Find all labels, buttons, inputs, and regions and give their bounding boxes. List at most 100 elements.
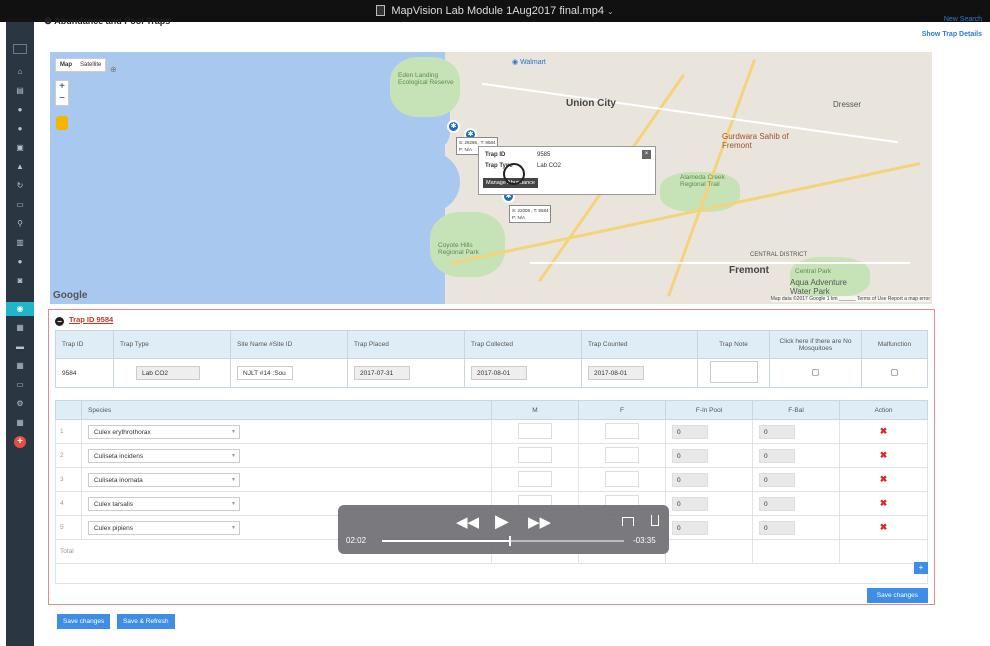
calendar-icon[interactable]: ▣: [6, 141, 34, 155]
delete-icon[interactable]: ✖: [880, 426, 888, 436]
bus-icon[interactable]: ▬: [6, 340, 34, 354]
no-mosquitoes-checkbox[interactable]: [812, 368, 819, 376]
flask-icon[interactable]: ▲: [6, 160, 34, 174]
col-f-bal: F-Bal: [752, 400, 840, 420]
species-select[interactable]: Culex pipiens: [88, 520, 240, 535]
chevron-down-icon[interactable]: ⌄: [607, 7, 614, 16]
cell-trap-id: 9584: [55, 358, 114, 388]
pegman-icon[interactable]: [56, 116, 68, 130]
trap-marker[interactable]: ✱: [447, 120, 460, 133]
video-player-controls: ◀◀ ▶ ▶▶ 02:02 -03:35: [338, 505, 669, 554]
map-type-satellite[interactable]: Satellite: [76, 59, 105, 71]
popup-trap-id-label: Trap ID: [485, 152, 506, 158]
trap-counted-field[interactable]: 2017-08-01: [588, 366, 644, 380]
page-title: ❶ Abundance and Pool Traps: [44, 16, 170, 27]
popup-close-icon[interactable]: ×: [642, 150, 651, 159]
save-refresh-button[interactable]: Save & Refresh: [117, 614, 175, 629]
col-m: M: [491, 400, 579, 420]
refresh-icon[interactable]: ↻: [6, 179, 34, 193]
elapsed-time: 02:02: [346, 536, 367, 545]
col-trap-id: Trap ID: [55, 330, 114, 359]
delete-icon[interactable]: ✖: [880, 498, 888, 508]
row-number: 1: [55, 419, 82, 444]
species-select[interactable]: Culex erythrothorax: [88, 424, 240, 439]
f-count-input[interactable]: [605, 446, 639, 463]
map-footer[interactable]: Map data ©2017 Google 1 km ______ Terms …: [770, 296, 930, 302]
trap-info-line-3: S: 22008 , T: 9584: [512, 208, 549, 213]
site-name-field[interactable]: NJLT #14 :Sou: [237, 366, 293, 380]
zoom-control: + −: [55, 80, 69, 106]
eye-icon[interactable]: ◉: [6, 302, 34, 316]
grid-icon[interactable]: ▦: [6, 321, 34, 335]
delete-icon[interactable]: ✖: [880, 522, 888, 532]
info-icon: ❶: [44, 16, 55, 26]
user-icon-2[interactable]: ●: [6, 122, 34, 136]
col-no-mosquitoes: Click here if there are No Mosquitoes: [769, 330, 862, 359]
delete-icon[interactable]: ✖: [880, 474, 888, 484]
screen-icon[interactable]: ▭: [6, 198, 34, 212]
f-count-input[interactable]: [605, 422, 639, 439]
save-changes-panel-button[interactable]: Save changes: [866, 588, 928, 603]
show-trap-details-link[interactable]: Show Trap Details: [922, 31, 982, 38]
trap-note-input[interactable]: [709, 361, 758, 383]
trap-collected-field[interactable]: 2017-08-01: [471, 366, 527, 380]
scrubber-handle[interactable]: [509, 536, 512, 546]
pin-icon[interactable]: ⚲: [6, 217, 34, 231]
zoom-out-button[interactable]: −: [56, 93, 68, 105]
share-icon[interactable]: [651, 515, 659, 526]
book-icon[interactable]: ▥: [6, 236, 34, 250]
click-indicator: [503, 163, 525, 185]
grid-icon-2[interactable]: ▦: [6, 359, 34, 373]
gears-icon[interactable]: ⚙: [6, 397, 34, 411]
save-changes-button[interactable]: Save changes: [57, 614, 111, 629]
sidebar: ⌂ ▤ ● ● ▣ ▲ ↻ ▭ ⚲ ▥ ● ◙ ◉ ▦ ▬ ▦ ▭ ⚙ ▦ +: [6, 22, 34, 646]
species-select[interactable]: Culex tarsalis: [88, 496, 240, 511]
m-count-input[interactable]: [518, 422, 552, 439]
species-select[interactable]: Culiseta inornata: [88, 472, 240, 487]
sidebar-toggle-icon[interactable]: [13, 44, 27, 54]
google-logo: Google: [53, 290, 88, 301]
m-count-input[interactable]: [518, 470, 552, 487]
row-number: 3: [55, 467, 82, 492]
trap-id-link[interactable]: Trap ID 9584: [69, 315, 113, 324]
add-icon[interactable]: +: [6, 435, 34, 449]
user-icon-3[interactable]: ●: [6, 255, 34, 269]
zoom-in-button[interactable]: +: [56, 81, 68, 93]
dresser-label: Dresser: [833, 100, 862, 109]
malfunction-checkbox[interactable]: [891, 368, 898, 376]
new-search-link[interactable]: New Search: [944, 16, 982, 23]
monitor-icon[interactable]: ▭: [6, 378, 34, 392]
rewind-icon[interactable]: ◀◀: [456, 513, 479, 531]
grid-icon-3[interactable]: ▦: [6, 416, 34, 430]
central-district-label: CENTRAL DISTRICT: [750, 252, 808, 258]
popup-trap-id-value: 9585: [537, 152, 551, 158]
fast-forward-icon[interactable]: ▶▶: [528, 513, 551, 531]
row-number: 5: [55, 515, 82, 540]
delete-icon[interactable]: ✖: [880, 450, 888, 460]
trap-placed-field[interactable]: 2017-07-31: [354, 366, 410, 380]
road-5: [530, 262, 910, 264]
col-trap-placed: Trap Placed: [347, 330, 465, 359]
f-bal-value: 0: [759, 472, 795, 487]
map[interactable]: ⊕ ◉ Walmart Union City Fremont Eden Land…: [50, 52, 932, 304]
collapse-icon[interactable]: −: [55, 317, 64, 326]
species-select[interactable]: Culiseta incidens: [88, 448, 240, 463]
user-icon[interactable]: ●: [6, 103, 34, 117]
f-count-input[interactable]: [605, 470, 639, 487]
add-species-button[interactable]: +: [914, 562, 928, 574]
airplay-icon[interactable]: [622, 517, 634, 526]
play-icon[interactable]: ▶: [495, 511, 509, 532]
map-type-map[interactable]: Map: [56, 59, 76, 71]
map-type-toggle[interactable]: Map Satellite: [55, 58, 107, 72]
remaining-time: -03:35: [633, 536, 656, 545]
scrubber[interactable]: [382, 536, 624, 546]
home-icon[interactable]: ⌂: [6, 65, 34, 79]
coyote-hills-label: Coyote Hills Regional Park: [438, 242, 479, 256]
col-f-in-pool: F-In Pool: [665, 400, 753, 420]
table-row: 3 Culiseta inornata 0 0 ✖: [55, 467, 928, 492]
m-count-input[interactable]: [518, 446, 552, 463]
trap-table: Trap ID Trap Type Site Name #Site ID Tra…: [55, 330, 928, 388]
camera-icon[interactable]: ◙: [6, 274, 34, 288]
col-row-number: [55, 400, 82, 420]
card-icon[interactable]: ▤: [6, 84, 34, 98]
